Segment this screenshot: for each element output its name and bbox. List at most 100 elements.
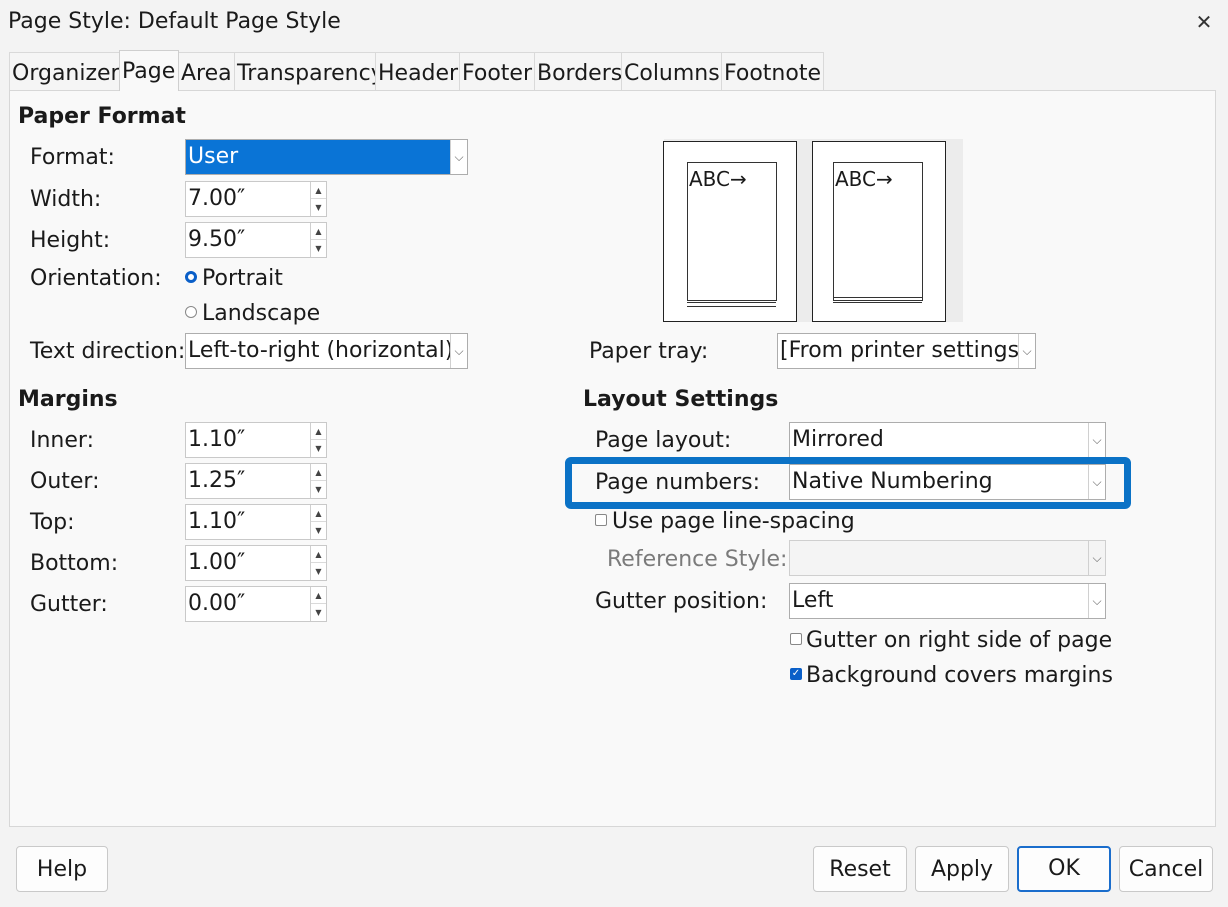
chevron-down-icon: ⌵	[1018, 334, 1035, 368]
page-numbers-select[interactable]: Native Numbering ⌵	[789, 464, 1106, 500]
spin-down-icon[interactable]: ▼	[311, 604, 326, 621]
gutter-right-label[interactable]: Gutter on right side of page	[806, 628, 1112, 653]
page-layout-value: Mirrored	[792, 427, 884, 452]
reference-style-select: ⌵	[789, 540, 1106, 576]
paper-format-heading: Paper Format	[18, 104, 186, 129]
spin-down-icon[interactable]: ▼	[311, 522, 326, 539]
close-icon[interactable]: ✕	[1190, 8, 1218, 36]
tab-area[interactable]: Area	[178, 52, 235, 90]
gutter-spinbox[interactable]: 0.00″ ▲ ▼	[185, 586, 327, 622]
bottom-spinbox[interactable]: 1.00″ ▲ ▼	[185, 545, 327, 581]
left-footer-line	[687, 306, 776, 307]
background-covers-checkbox[interactable]: ✓	[790, 668, 802, 680]
text-direction-value: Left-to-right (horizontal)	[188, 338, 454, 363]
gutter-value: 0.00″	[188, 591, 246, 616]
spin-up-icon[interactable]: ▲	[311, 464, 326, 481]
chevron-down-icon: ⌵	[1088, 584, 1105, 618]
chevron-down-icon: ⌵	[1088, 541, 1105, 575]
chevron-down-icon: ⌵	[1088, 465, 1105, 499]
use-line-spacing-label[interactable]: Use page line-spacing	[612, 509, 855, 534]
tab-columns[interactable]: Columns	[621, 52, 722, 90]
spin-down-icon[interactable]: ▼	[311, 240, 326, 257]
gutter-right-checkbox[interactable]	[790, 633, 802, 645]
bottom-label: Bottom:	[30, 551, 119, 576]
outer-label: Outer:	[30, 469, 100, 494]
spin-down-icon[interactable]: ▼	[311, 563, 326, 580]
gutter-position-select[interactable]: Left ⌵	[789, 583, 1106, 619]
outer-value: 1.25″	[188, 468, 246, 493]
width-spinbox[interactable]: 7.00″ ▲ ▼	[185, 181, 327, 217]
tab-transparency[interactable]: Transparency	[234, 52, 384, 90]
chevron-down-icon: ⌵	[450, 140, 467, 174]
format-select[interactable]: User ⌵	[185, 139, 468, 175]
width-label: Width:	[30, 187, 102, 212]
paper-tray-label: Paper tray:	[589, 339, 709, 364]
page-numbers-label: Page numbers:	[595, 470, 760, 495]
page-numbers-value: Native Numbering	[792, 469, 993, 494]
background-covers-label[interactable]: Background covers margins	[806, 663, 1113, 688]
ok-button[interactable]: OK	[1017, 846, 1111, 892]
tab-borders[interactable]: Borders	[534, 52, 622, 90]
top-spinbox[interactable]: 1.10″ ▲ ▼	[185, 504, 327, 540]
paper-tray-select[interactable]: [From printer settings] ⌵	[777, 333, 1036, 369]
landscape-label[interactable]: Landscape	[202, 301, 320, 326]
spin-down-icon[interactable]: ▼	[311, 440, 326, 457]
height-value: 9.50″	[188, 227, 246, 252]
spin-up-icon[interactable]: ▲	[311, 546, 326, 563]
text-direction-select[interactable]: Left-to-right (horizontal) ⌵	[185, 333, 468, 369]
cancel-button[interactable]: Cancel	[1119, 846, 1213, 892]
page-layout-select[interactable]: Mirrored ⌵	[789, 422, 1106, 458]
right-page-preview: ABC→	[812, 141, 946, 322]
tab-header[interactable]: Header	[375, 52, 460, 90]
spin-down-icon[interactable]: ▼	[311, 199, 326, 216]
gutter-position-label: Gutter position:	[595, 589, 768, 614]
chevron-down-icon: ⌵	[1088, 423, 1105, 457]
right-page-body: ABC→	[833, 162, 923, 301]
spin-up-icon[interactable]: ▲	[311, 423, 326, 440]
right-preview-text: ABC→	[835, 167, 893, 191]
top-label: Top:	[30, 510, 75, 535]
left-page-preview: ABC→	[663, 141, 797, 322]
paper-tray-value: [From printer settings]	[780, 338, 1028, 363]
chevron-down-icon: ⌵	[450, 334, 467, 368]
use-line-spacing-checkbox[interactable]	[595, 514, 607, 526]
portrait-radio[interactable]	[185, 271, 197, 283]
height-spinbox[interactable]: 9.50″ ▲ ▼	[185, 222, 327, 258]
spin-up-icon[interactable]: ▲	[311, 587, 326, 604]
orientation-label: Orientation:	[30, 266, 162, 291]
spin-down-icon[interactable]: ▼	[311, 481, 326, 498]
spin-up-icon[interactable]: ▲	[311, 505, 326, 522]
format-label: Format:	[30, 145, 115, 170]
bottom-value: 1.00″	[188, 550, 246, 575]
format-value: User	[186, 140, 450, 174]
landscape-radio[interactable]	[185, 306, 197, 318]
reset-button[interactable]: Reset	[813, 846, 907, 892]
top-value: 1.10″	[188, 509, 246, 534]
inner-spinbox[interactable]: 1.10″ ▲ ▼	[185, 422, 327, 458]
left-preview-text: ABC→	[689, 167, 747, 191]
left-page-body: ABC→	[687, 162, 777, 301]
tab-page[interactable]: Page	[119, 50, 179, 91]
right-footer-line	[833, 297, 922, 298]
width-value: 7.00″	[188, 186, 246, 211]
inner-label: Inner:	[30, 428, 94, 453]
outer-spinbox[interactable]: 1.25″ ▲ ▼	[185, 463, 327, 499]
layout-settings-heading: Layout Settings	[583, 387, 779, 412]
left-footer-line	[687, 302, 776, 303]
tab-organizer[interactable]: Organizer	[9, 52, 120, 90]
gutter-position-value: Left	[792, 588, 834, 613]
reference-style-label: Reference Style:	[607, 547, 788, 572]
spin-up-icon[interactable]: ▲	[311, 182, 326, 199]
window-title: Page Style: Default Page Style	[8, 9, 341, 34]
tab-footnote[interactable]: Footnote	[721, 52, 824, 90]
apply-button[interactable]: Apply	[915, 846, 1009, 892]
page-layout-label: Page layout:	[595, 428, 732, 453]
right-footer-line	[833, 302, 922, 303]
height-label: Height:	[30, 228, 111, 253]
help-button[interactable]: Help	[16, 846, 108, 892]
portrait-label[interactable]: Portrait	[202, 266, 283, 291]
text-direction-label: Text direction:	[30, 339, 186, 364]
gutter-label: Gutter:	[30, 592, 108, 617]
spin-up-icon[interactable]: ▲	[311, 223, 326, 240]
tab-footer[interactable]: Footer	[459, 52, 535, 90]
